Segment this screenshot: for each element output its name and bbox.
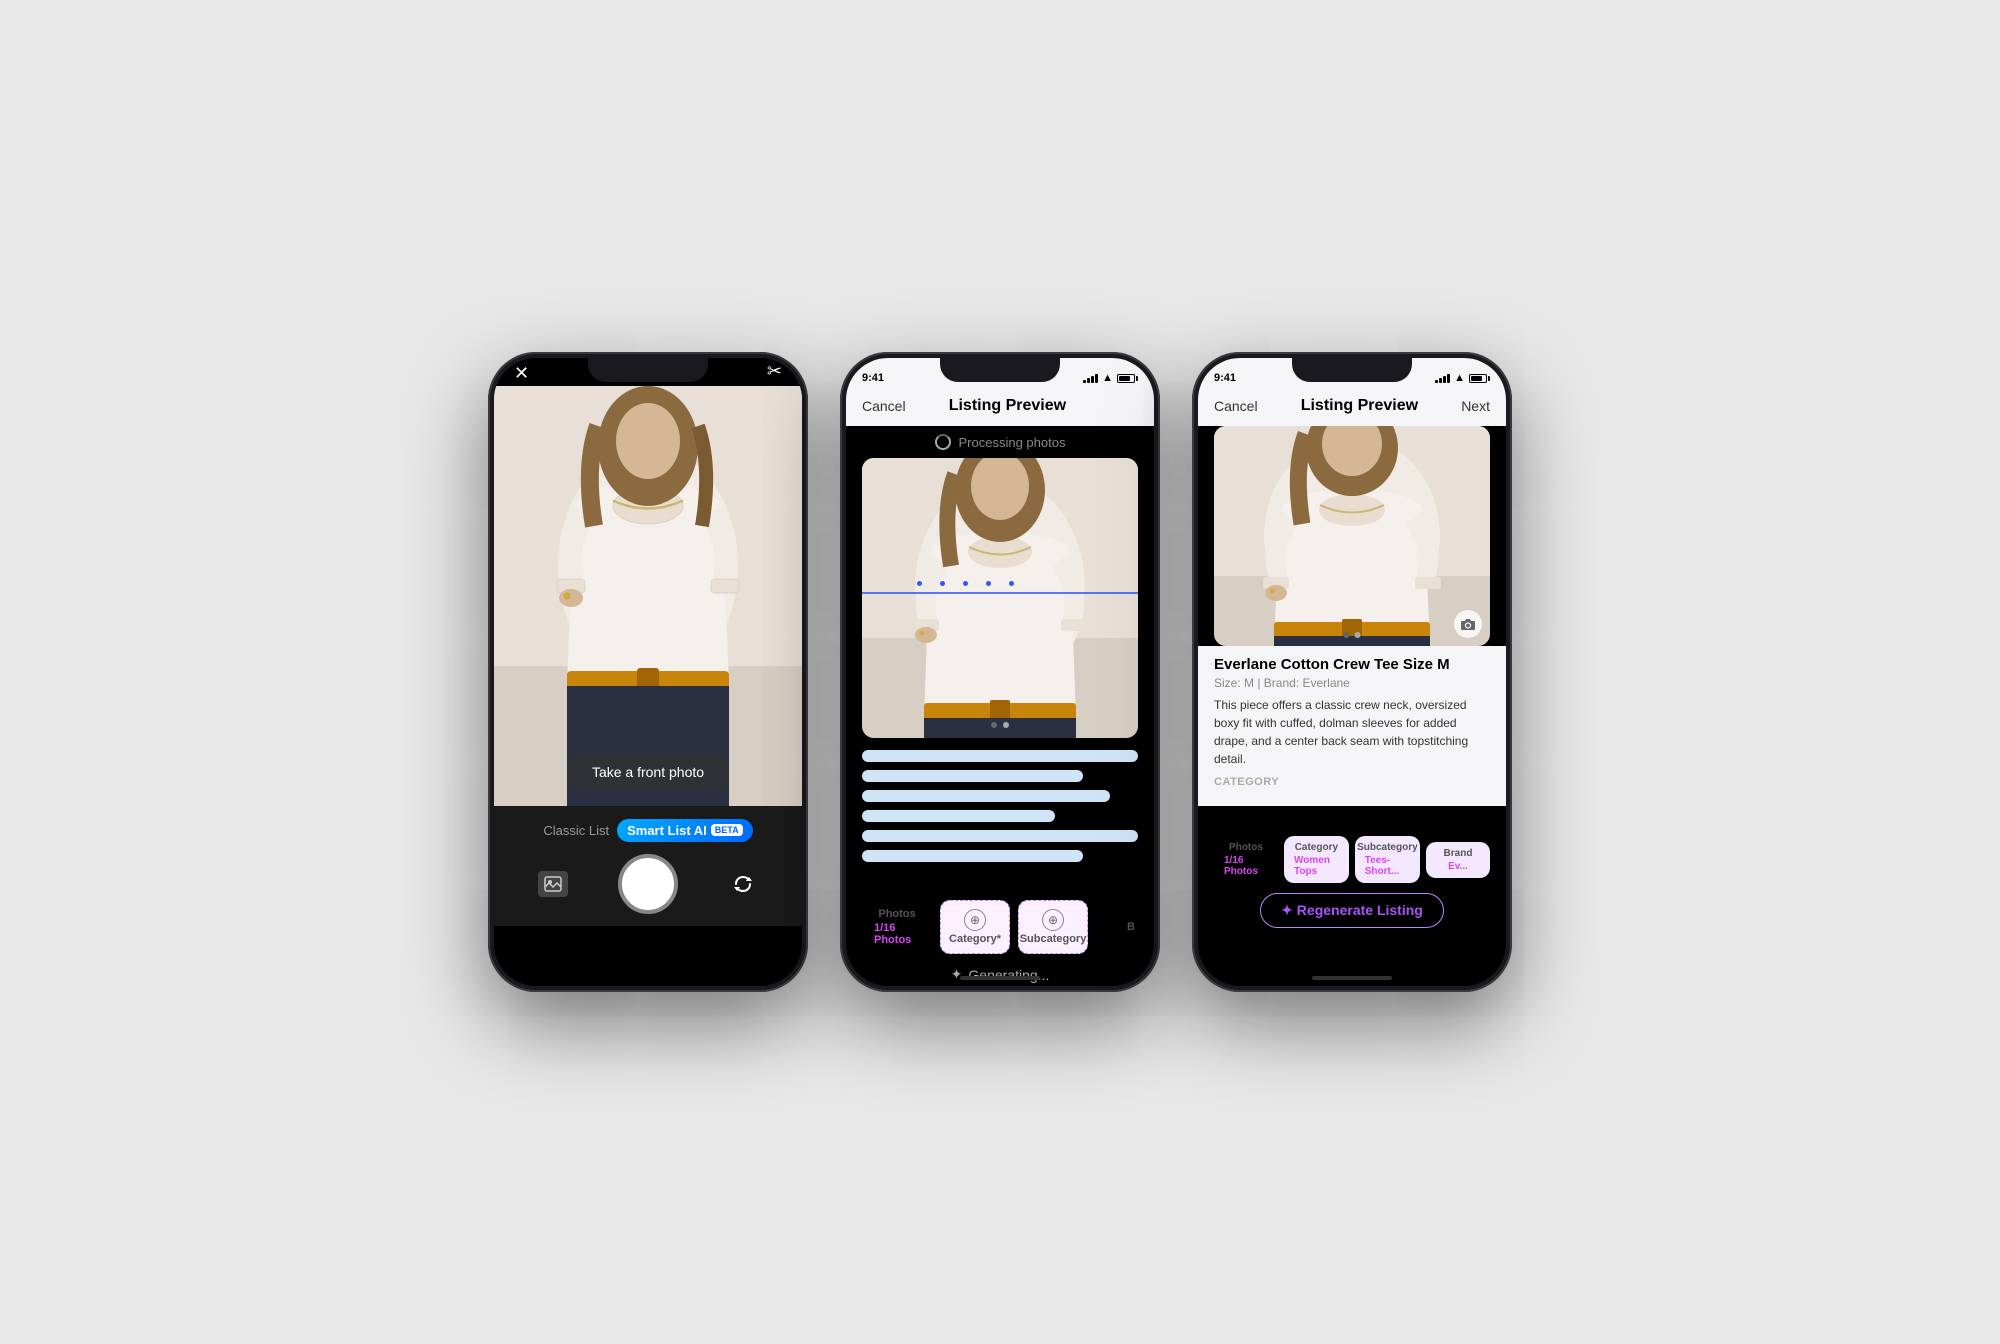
tab-subcategory-2[interactable]: ⊕ Subcategory — [1018, 900, 1088, 954]
tab-row-3: Photos 1/16 Photos Category Women Tops S… — [1198, 836, 1506, 883]
subcategory-tab-label: Subcategory — [1020, 933, 1087, 945]
wifi-icon: ▲ — [1102, 372, 1113, 384]
tab-brand-3[interactable]: Brand Ev... — [1426, 842, 1490, 878]
scissors-icon[interactable]: ✂ — [767, 361, 782, 382]
product-photo-3 — [1214, 426, 1490, 646]
photos-tab-label-3: Photos — [1229, 842, 1263, 853]
nav-right-2: Next — [1109, 398, 1138, 414]
product-image-3 — [1214, 426, 1490, 646]
camera-view: Take a front photo — [494, 386, 802, 806]
processing-image — [862, 458, 1138, 738]
tab-category-2[interactable]: ⊕ Category* — [940, 900, 1010, 954]
scan-line — [862, 592, 1138, 594]
gallery-button[interactable] — [538, 871, 568, 897]
time-3: 9:41 — [1214, 372, 1236, 384]
notch-1 — [588, 358, 708, 382]
nav-bar-2: Cancel Listing Preview Next — [846, 386, 1154, 426]
edit-listing-title-2: Edit Your Listing — [862, 874, 1138, 892]
cancel-button-3[interactable]: Cancel — [1214, 398, 1258, 414]
cancel-button-2[interactable]: Cancel — [862, 398, 906, 414]
generating-label: Generating... — [968, 967, 1049, 983]
subcategory-tab-value-3: Tees- Short... — [1365, 855, 1410, 877]
photos-tab-value: 1/16 Photos — [874, 922, 920, 946]
listing-description: This piece offers a classic crew neck, o… — [1214, 696, 1490, 768]
time-2: 9:41 — [862, 372, 884, 384]
listing-info: Everlane Cotton Crew Tee Size M Size: M … — [1198, 646, 1506, 806]
notch-2 — [940, 358, 1060, 382]
mode-selector: Classic List Smart List AI BETA — [543, 819, 752, 842]
phone-2-processing: 9:41 ▲ — [840, 352, 1160, 992]
signal-icon — [1083, 374, 1098, 383]
phone-1-camera: ✕ Drafts (7) ✂ — [488, 352, 808, 992]
processing-label: Processing photos — [959, 435, 1066, 450]
processing-bar: Processing photos — [846, 426, 1154, 458]
category-section-label: CATEGORY — [1214, 776, 1490, 788]
phone-3-results: 9:41 ▲ — [1192, 352, 1512, 992]
listing-title: Everlane Cotton Crew Tee Size M — [1214, 656, 1490, 673]
edit-listing-title-3: Edit Your Listing — [1214, 810, 1490, 828]
image-pagination — [991, 722, 1009, 728]
wifi-icon-3: ▲ — [1454, 372, 1465, 384]
next-button-3[interactable]: Next — [1461, 398, 1490, 414]
home-indicator-2 — [960, 976, 1040, 980]
scan-dots — [917, 581, 1014, 586]
generating-button: ✦ Generating... — [846, 966, 1154, 983]
shutter-button[interactable] — [618, 854, 678, 914]
signal-icon-3 — [1435, 374, 1450, 383]
brand-tab-value-3: Ev... — [1448, 861, 1468, 872]
close-button[interactable]: ✕ — [514, 364, 529, 382]
phones-container: ✕ Drafts (7) ✂ — [488, 352, 1512, 992]
camera-controls — [494, 854, 802, 914]
subcategory-tab-icon: ⊕ — [1042, 909, 1064, 931]
battery-icon — [1117, 374, 1138, 383]
photos-tab-value-3: 1/16 Photos — [1224, 855, 1268, 877]
category-tab-value-3: Women Tops — [1294, 855, 1339, 877]
loading-spinner — [935, 434, 951, 450]
subcategory-tab-label-3: Subcategory — [1357, 842, 1418, 853]
classic-list-label[interactable]: Classic List — [543, 823, 609, 838]
regenerate-listing-button[interactable]: ✦ Regenerate Listing — [1260, 893, 1444, 928]
loading-placeholder — [862, 750, 1138, 862]
category-tab-icon: ⊕ — [964, 909, 986, 931]
status-icons-3: ▲ — [1435, 372, 1490, 384]
battery-icon-3 — [1469, 374, 1490, 383]
b-tab-label: B — [1127, 921, 1135, 933]
tab-row-2: Photos 1/16 Photos ⊕ Category* ⊕ Subcate… — [846, 900, 1154, 954]
nav-bar-3: Cancel Listing Preview Next — [1198, 386, 1506, 426]
image-photo — [862, 458, 1138, 738]
model-photo — [494, 386, 802, 806]
page-title-3: Listing Preview — [1301, 397, 1418, 415]
home-indicator-3 — [1312, 976, 1392, 980]
camera-bottom-bar: Classic List Smart List AI BETA — [494, 806, 802, 926]
notch-3 — [1292, 358, 1412, 382]
photos-tab-label: Photos — [878, 908, 915, 920]
category-tab-label-3: Category — [1295, 842, 1338, 853]
page-title-2: Listing Preview — [949, 397, 1066, 415]
tab-subcategory-3[interactable]: Subcategory Tees- Short... — [1355, 836, 1420, 883]
flip-camera-button[interactable] — [728, 871, 758, 897]
listing-meta: Size: M | Brand: Everlane — [1214, 676, 1490, 690]
generating-icon: ✦ — [951, 966, 963, 983]
smart-list-button[interactable]: Smart List AI BETA — [617, 819, 753, 842]
category-tab-label: Category* — [949, 933, 1001, 945]
status-icons-2: ▲ — [1083, 372, 1138, 384]
beta-badge: BETA — [711, 824, 743, 836]
photo-instruction: Take a front photo — [568, 754, 728, 790]
tab-category-3[interactable]: Category Women Tops — [1284, 836, 1349, 883]
tab-photos-2[interactable]: Photos 1/16 Photos — [862, 900, 932, 954]
tab-photos-3[interactable]: Photos 1/16 Photos — [1214, 836, 1278, 883]
brand-tab-label-3: Brand — [1444, 848, 1473, 859]
tab-b-2[interactable]: B — [1096, 913, 1154, 941]
image-pagination-3 — [1344, 632, 1361, 638]
edit-photo-button[interactable] — [1454, 610, 1482, 638]
